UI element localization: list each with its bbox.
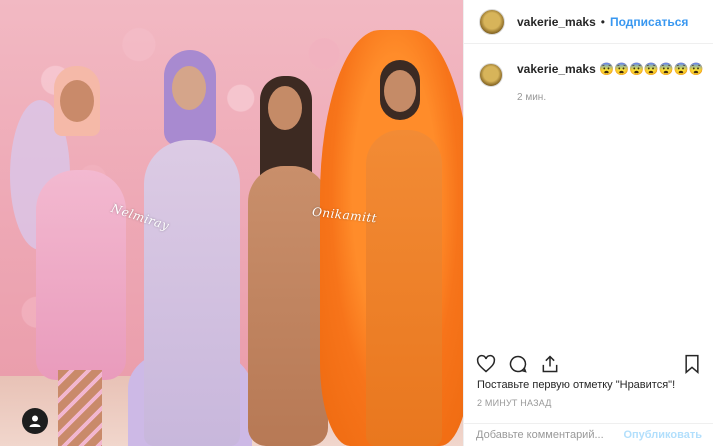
caption-time[interactable]: 2 мин.: [517, 92, 704, 103]
post-timestamp[interactable]: 2 МИНУТ НАЗАД: [477, 398, 552, 408]
post-photo[interactable]: Nelmiray Onikamitt: [0, 0, 463, 446]
username-link[interactable]: vakerie_maks: [517, 15, 596, 29]
heart-icon: [476, 354, 496, 373]
caption-avatar[interactable]: [479, 63, 503, 87]
likes-prompt: Поставьте первую отметку "Нравится"!: [477, 379, 676, 391]
comment-input[interactable]: [476, 429, 624, 441]
action-bar: [464, 350, 713, 378]
avatar[interactable]: [479, 8, 505, 35]
like-button[interactable]: [476, 354, 496, 374]
comment-button[interactable]: [508, 354, 528, 374]
comment-icon: [509, 355, 527, 373]
user-icon: [29, 415, 41, 427]
save-button[interactable]: [682, 354, 702, 374]
caption-username[interactable]: vakerie_maks: [517, 62, 596, 76]
tagged-users-button[interactable]: [22, 408, 48, 434]
post-header: vakerie_maks • Подписаться: [464, 0, 713, 44]
share-button[interactable]: [540, 354, 560, 374]
post-side-panel: vakerie_maks • Подписаться vakerie_maks …: [463, 0, 713, 446]
share-icon: [542, 355, 558, 373]
follow-button[interactable]: Подписаться: [610, 15, 688, 29]
person-pink-dress: [10, 60, 130, 446]
add-comment-row: Опубликовать: [464, 423, 713, 446]
caption-comment: vakerie_maks 😨😨😨😨😨😨😨 2 мин.: [464, 44, 713, 103]
instagram-post: Nelmiray Onikamitt vakerie_maks • Подпис…: [0, 0, 713, 446]
person-lilac-gown: [128, 50, 252, 446]
publish-button[interactable]: Опубликовать: [623, 429, 702, 441]
caption-text: 😨😨😨😨😨😨😨: [599, 62, 704, 76]
bookmark-icon: [685, 354, 699, 374]
separator-dot: •: [600, 14, 605, 29]
person-orange-feather-gown: [320, 30, 463, 446]
